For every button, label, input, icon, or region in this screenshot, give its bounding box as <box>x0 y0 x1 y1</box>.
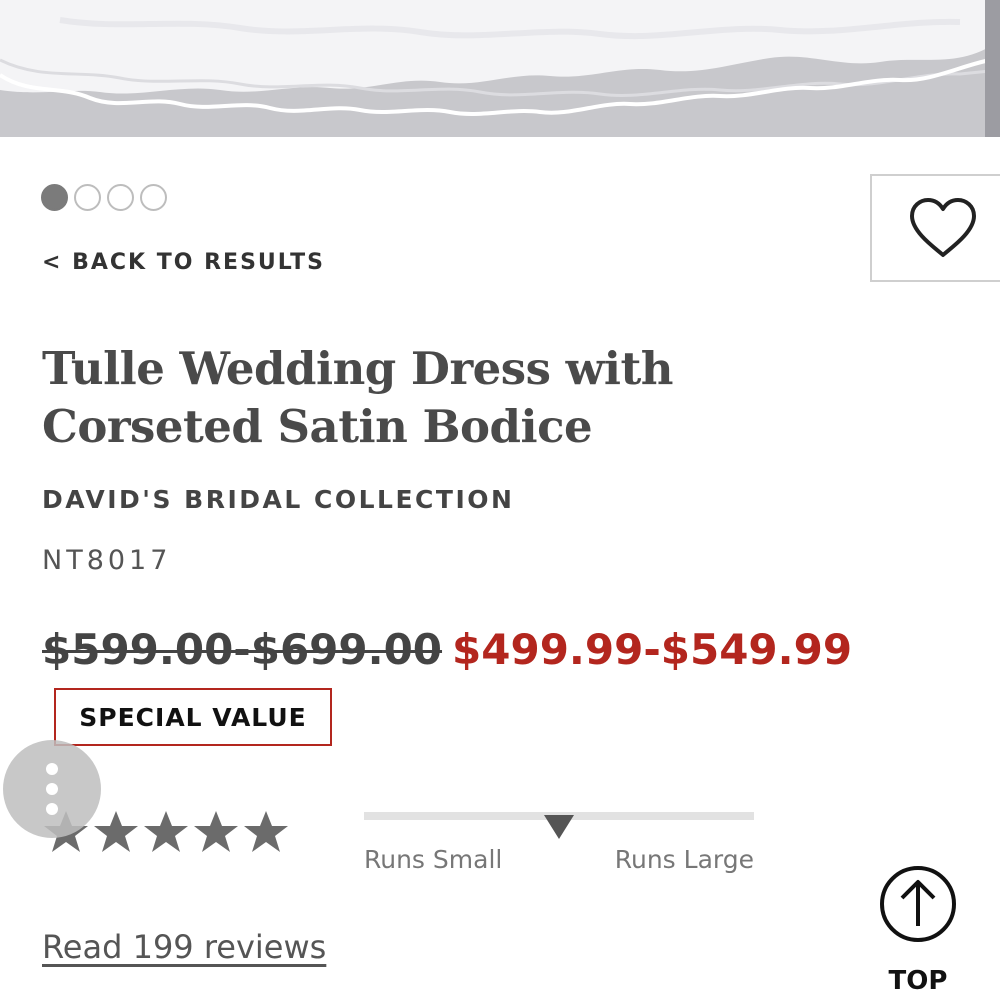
carousel-dot-3[interactable] <box>107 184 134 211</box>
carousel-dot-2[interactable] <box>74 184 101 211</box>
back-to-results-link[interactable]: < BACK TO RESULTS <box>42 250 325 275</box>
carousel-dot-1[interactable] <box>41 184 68 211</box>
carousel-dot-4[interactable] <box>140 184 167 211</box>
original-price: $599.00-$699.00 <box>42 625 443 674</box>
read-reviews-link[interactable]: Read 199 reviews <box>42 928 326 966</box>
fit-label-small: Runs Small <box>364 845 503 874</box>
menu-dot <box>46 763 58 775</box>
favorite-button[interactable] <box>870 174 1000 282</box>
heart-icon <box>910 198 976 257</box>
special-value-badge: SPECIAL VALUE <box>54 688 332 746</box>
back-to-top-button[interactable]: TOP <box>872 864 964 1000</box>
more-options-button[interactable] <box>3 740 101 838</box>
product-image[interactable] <box>0 0 1000 137</box>
image-carousel-dots <box>41 184 167 211</box>
fit-label-large: Runs Large <box>614 845 754 874</box>
menu-dot <box>46 783 58 795</box>
star-icon <box>244 811 288 852</box>
product-brand: DAVID'S BRIDAL COLLECTION <box>42 485 515 514</box>
menu-dot <box>46 803 58 815</box>
price-row: $599.00-$699.00 $499.99-$549.99 <box>42 625 852 674</box>
product-sku: NT8017 <box>42 545 172 576</box>
arrow-up-circle-icon <box>880 866 956 942</box>
sale-price: $499.99-$549.99 <box>452 625 853 674</box>
star-icon <box>94 811 138 852</box>
top-label: TOP <box>888 966 948 996</box>
star-icon <box>194 811 238 852</box>
product-title: Tulle Wedding Dress with Corseted Satin … <box>42 342 673 453</box>
dress-hem-image <box>0 0 1000 137</box>
product-page: < BACK TO RESULTS Tulle Wedding Dress wi… <box>0 0 1000 1000</box>
fit-scale: Runs Small Runs Large <box>364 810 754 880</box>
star-icon <box>144 811 188 852</box>
fit-scale-marker <box>544 815 574 839</box>
